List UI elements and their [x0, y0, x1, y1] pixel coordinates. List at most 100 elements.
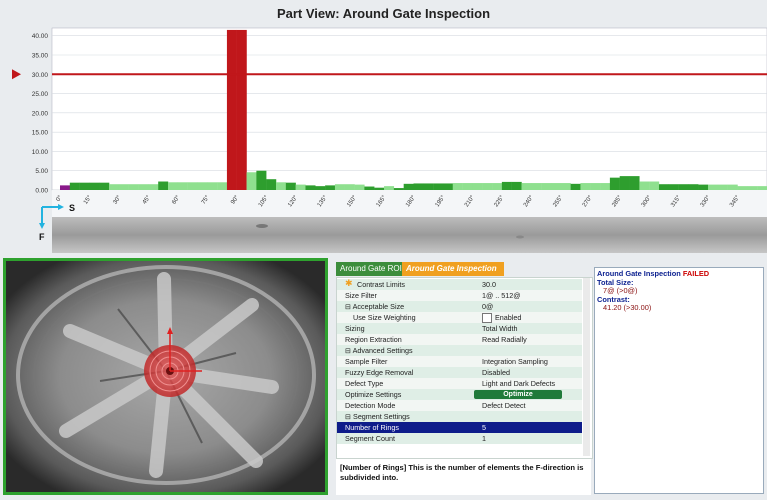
prop-label: Detection Mode [345, 401, 396, 410]
chart-bar [737, 186, 748, 190]
y-tick-label: 15.00 [32, 130, 49, 137]
chart-bar [256, 170, 267, 190]
prop-row-acceptable-size[interactable]: ⊟ Acceptable Size 0@ [337, 301, 582, 312]
chart-bar [207, 182, 218, 190]
chart-bar [727, 184, 738, 190]
prop-group-advanced-settings[interactable]: ⊟ Advanced Settings [337, 345, 582, 356]
unwrapped-image-strip [52, 217, 767, 253]
part-view-title: Part View: Around Gate Inspection [276, 6, 491, 21]
chart-bar [570, 183, 581, 190]
prop-row-use-size-weighting[interactable]: Use Size Weighting Enabled [337, 312, 582, 323]
chart-bar [482, 183, 493, 190]
chart-bar [109, 184, 120, 190]
chart-bar [757, 186, 767, 190]
prop-row-defect-type[interactable]: Defect Type Light and Dark Defects [337, 378, 582, 389]
prop-value: Read Radially [482, 335, 527, 344]
prop-row-contrast-limits[interactable]: ✱ Contrast Limits 30.0 [337, 278, 582, 290]
prop-value: Defect Detect [482, 401, 526, 410]
star-icon: ✱ [345, 278, 353, 288]
chart-bar [79, 182, 90, 190]
prop-row-sample-filter[interactable]: Sample Filter Integration Sampling [337, 356, 582, 367]
prop-label: Defect Type [345, 379, 384, 388]
direction-s-label: S [69, 203, 75, 213]
optimize-button[interactable]: Optimize [474, 390, 562, 399]
chart-bar [521, 183, 532, 190]
chart-bar [629, 176, 640, 190]
enabled-checkbox[interactable] [482, 313, 492, 323]
chart-bar [285, 182, 296, 190]
chart-bar [334, 184, 345, 190]
prop-row-region-extraction[interactable]: Region Extraction Read Radially [337, 334, 582, 345]
chart-bar [128, 184, 139, 190]
chart-bar [492, 183, 503, 190]
chart-bar [168, 182, 179, 190]
tab-around-gate-inspection[interactable]: Around Gate Inspection [402, 262, 504, 276]
prop-row-sizing[interactable]: Sizing Total Width [337, 323, 582, 334]
y-tick-label: 10.00 [32, 149, 49, 156]
prop-row-size-filter[interactable]: Size Filter 1@ .. 512@ [337, 290, 582, 301]
chart-bar [423, 183, 434, 190]
prop-row-detection-mode[interactable]: Detection Mode Defect Detect [337, 400, 582, 411]
chart-bar [590, 183, 601, 190]
prop-label: Optimize Settings [345, 390, 402, 399]
chart-bar [364, 186, 375, 190]
threshold-marker-icon[interactable] [12, 69, 21, 80]
properties-scrollbar[interactable] [583, 278, 590, 456]
chart-bar [60, 185, 71, 190]
prop-group-segment-settings[interactable]: ⊟ Segment Settings [337, 411, 582, 422]
y-tick-label: 40.00 [32, 33, 49, 40]
prop-row-optimize-settings: Optimize Settings Optimize [337, 389, 582, 400]
chart-bar [452, 183, 463, 190]
chart-bar [619, 176, 630, 190]
prop-value: Integration Sampling [482, 357, 548, 366]
result-title: Around Gate Inspection [597, 269, 681, 278]
chart-bar [315, 186, 326, 190]
prop-label: ⊟ Advanced Settings [345, 346, 413, 355]
prop-label: Segment Count [345, 434, 395, 443]
y-tick-label: 20.00 [32, 110, 49, 117]
prop-row-segment-count[interactable]: Segment Count 1 [337, 433, 582, 444]
prop-row-fuzzy-edge-removal[interactable]: Fuzzy Edge Removal Disabled [337, 367, 582, 378]
prop-row-number-of-rings[interactable]: Number of Rings 5 [337, 422, 582, 433]
result-status: FAILED [682, 269, 710, 278]
chart-bar [158, 181, 169, 190]
chart-bar [658, 184, 670, 190]
chart-bar [717, 184, 728, 190]
prop-value: Disabled [482, 368, 510, 377]
chart-bar [344, 184, 355, 190]
chart-bar [69, 182, 80, 190]
chart-bar [276, 182, 287, 190]
prop-label: Use Size Weighting [353, 313, 416, 322]
chart-bar [541, 183, 552, 190]
chart-bar [393, 188, 404, 190]
chart-bar [688, 184, 699, 190]
chart-bar [305, 185, 316, 190]
chart-bar [177, 182, 188, 190]
chart-bar [747, 186, 758, 190]
prop-label: Sizing [345, 324, 365, 333]
chart-bar [325, 185, 336, 190]
part-view-chart: 0.00 5.00 10.00 15.00 20.00 25.00 30.00 35.00 40… [12, 27, 767, 253]
prop-label: Sample Filter [345, 357, 388, 366]
tab-around-gate-roi[interactable]: Around Gate ROI [336, 262, 406, 276]
direction-f-label: F [39, 232, 45, 242]
camera-image-panel[interactable] [3, 258, 328, 495]
prop-value: 0@ [482, 302, 494, 311]
chart-bar [384, 186, 395, 190]
prop-label: Size Filter [345, 291, 377, 300]
chart-bar [560, 183, 571, 190]
chart-bar [462, 183, 473, 190]
chart-bar [226, 29, 237, 190]
chart-bar [609, 177, 620, 190]
chart-bar [236, 29, 247, 190]
prop-value: 30.0 [482, 280, 496, 289]
chart-bar [442, 183, 453, 190]
chart-bar [511, 181, 522, 190]
prop-value: Enabled [495, 313, 522, 322]
chart-bar [354, 184, 365, 190]
y-tick-label: 35.00 [32, 53, 49, 60]
chart-bar [639, 181, 650, 190]
part-camera-image [6, 261, 325, 492]
chart-bar [580, 183, 591, 190]
prop-label: Region Extraction [345, 335, 402, 344]
